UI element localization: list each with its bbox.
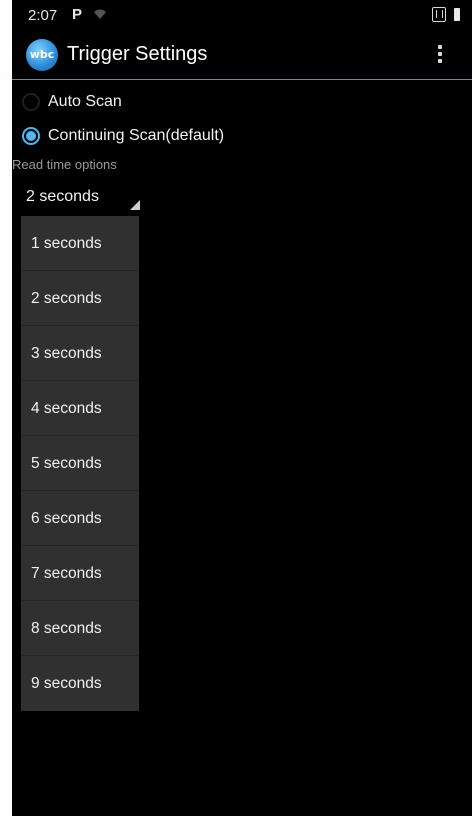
status-bar: 2:07 P [12, 0, 472, 30]
app-bar: wbc Trigger Settings [12, 30, 472, 80]
radio-continuing-scan[interactable]: Continuing Scan(default) [12, 120, 312, 152]
read-time-dropdown: 1 seconds 2 seconds 3 seconds 4 seconds … [21, 216, 139, 711]
read-time-label: Read time options [12, 157, 117, 172]
dropdown-option-5[interactable]: 5 seconds [21, 436, 139, 491]
radio-auto-scan[interactable]: Auto Scan [12, 86, 312, 118]
dropdown-option-4[interactable]: 4 seconds [21, 381, 139, 436]
radio-label: Auto Scan [48, 93, 122, 110]
battery-icon [454, 8, 460, 21]
dropdown-option-3[interactable]: 3 seconds [21, 326, 139, 381]
radio-checked-icon[interactable] [22, 127, 40, 145]
spinner-selected-value: 2 seconds [26, 188, 99, 205]
overflow-menu-icon[interactable] [434, 43, 446, 67]
dropdown-option-2[interactable]: 2 seconds [21, 271, 139, 326]
dropdown-option-6[interactable]: 6 seconds [21, 491, 139, 546]
dropdown-option-8[interactable]: 8 seconds [21, 601, 139, 656]
dropdown-option-1[interactable]: 1 seconds [21, 216, 139, 271]
app-logo-icon: wbc [26, 39, 58, 71]
read-time-spinner[interactable]: 2 seconds [24, 184, 142, 212]
nfc-icon [432, 7, 446, 22]
wifi-icon [94, 9, 106, 19]
spinner-arrow-icon [130, 200, 140, 210]
app-screen: 2:07 P wbc Trigger Settings Auto Scan Co… [12, 0, 472, 816]
dropdown-option-7[interactable]: 7 seconds [21, 546, 139, 601]
radio-unchecked-icon[interactable] [22, 93, 40, 111]
dropdown-option-9[interactable]: 9 seconds [21, 656, 139, 711]
page-title: Trigger Settings [67, 43, 208, 65]
status-time: 2:07 [28, 7, 58, 24]
parking-notification-icon: P [72, 6, 83, 23]
radio-label: Continuing Scan(default) [48, 127, 225, 144]
